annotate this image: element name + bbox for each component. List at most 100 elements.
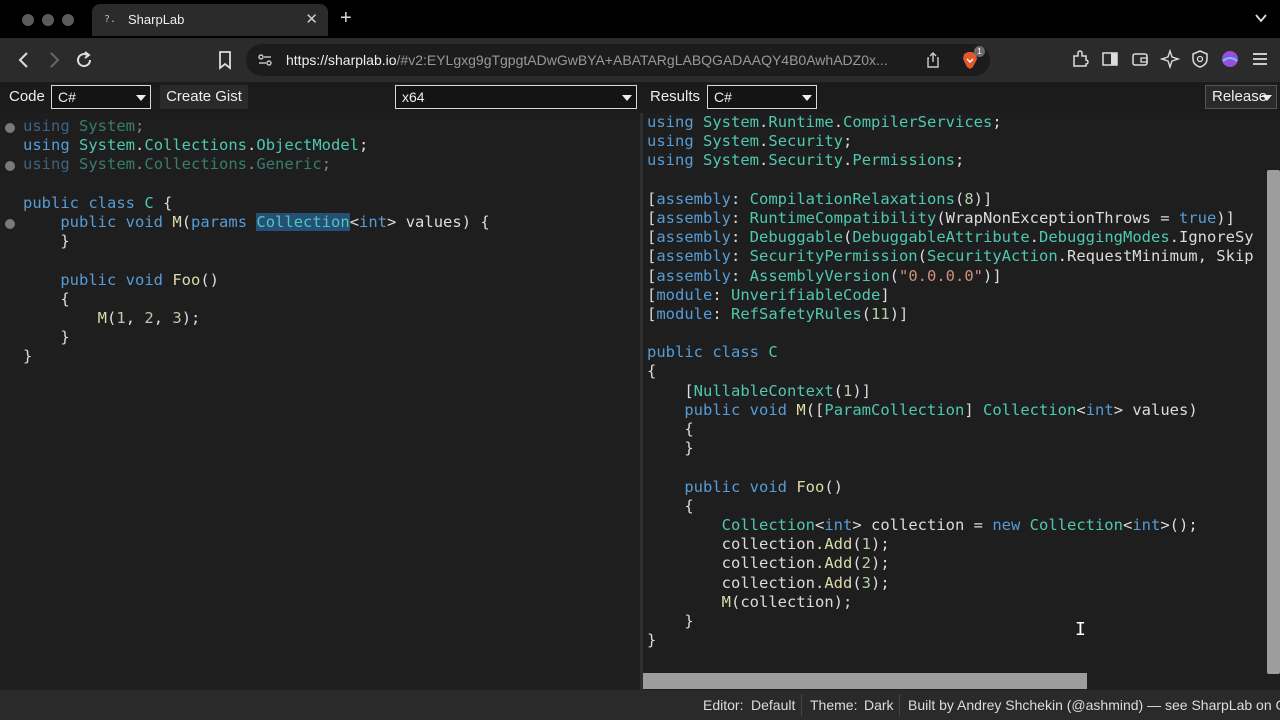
code-line[interactable]: collection.Add(1); — [647, 535, 1254, 554]
code-line[interactable]: [module: UnverifiableCode] — [647, 286, 1254, 305]
code-line[interactable]: [assembly: AssemblyVersion("0.0.0.0")] — [647, 267, 1254, 286]
url-text[interactable]: https://sharplab.io/#v2:EYLgxg9gTgpgtADw… — [286, 52, 906, 68]
code-line[interactable]: using System.Collections.Generic; — [23, 155, 490, 174]
maximize-window-button[interactable] — [62, 14, 74, 26]
code-label: Code — [9, 88, 45, 105]
code-line[interactable]: using System.Security.Permissions; — [647, 151, 1254, 170]
code-language-select[interactable]: C# — [51, 85, 151, 109]
code-line[interactable]: [assembly: Debuggable(DebuggableAttribut… — [647, 228, 1254, 247]
code-line[interactable]: M(collection); — [647, 593, 1254, 612]
leo-ai-icon[interactable] — [1160, 49, 1180, 69]
results-view[interactable]: using System.Runtime.CompilerServices; us… — [643, 113, 1280, 690]
editor-mode-button[interactable]: Default — [751, 697, 795, 713]
code-line[interactable]: } — [647, 631, 1254, 650]
code-language-value: C# — [58, 89, 76, 105]
code-line[interactable]: [NullableContext(1)] — [647, 382, 1254, 401]
code-line[interactable]: using System.Runtime.CompilerServices; — [647, 113, 1254, 132]
results-horizontal-scrollbar[interactable] — [643, 673, 1087, 689]
hint-marker-icon[interactable] — [5, 219, 15, 229]
tab-title: SharpLab — [128, 12, 185, 27]
code-line[interactable]: } — [23, 347, 490, 366]
create-gist-button[interactable]: Create Gist — [160, 85, 248, 109]
minimize-window-button[interactable] — [42, 14, 54, 26]
close-tab-icon[interactable]: ✕ — [305, 10, 318, 28]
code-line[interactable]: [assembly: RuntimeCompatibility(WrapNonE… — [647, 209, 1254, 228]
build-mode-select[interactable]: Release — [1205, 85, 1277, 109]
code-line[interactable]: M(1, 2, 3); — [23, 309, 490, 328]
wallet-icon[interactable] — [1130, 49, 1150, 69]
chevron-down-icon — [1262, 95, 1272, 101]
site-settings-icon[interactable] — [256, 51, 274, 69]
vpn-icon[interactable] — [1190, 49, 1210, 69]
code-line[interactable]: public void M(params Collection<int> val… — [23, 212, 490, 232]
code-line[interactable]: [module: RefSafetyRules(11)] — [647, 305, 1254, 324]
code-line[interactable]: ​ — [23, 251, 490, 270]
code-line[interactable]: { — [647, 497, 1254, 516]
back-icon[interactable] — [12, 48, 36, 72]
new-tab-icon[interactable]: + — [340, 8, 352, 28]
code-line[interactable]: [assembly: CompilationRelaxations(8)] — [647, 190, 1254, 209]
extensions-icon[interactable] — [1070, 49, 1090, 69]
code-line[interactable]: using System.Security; — [647, 132, 1254, 151]
url-host: https://sharplab.io — [286, 52, 397, 68]
chevron-down-icon — [136, 95, 146, 101]
code-editor[interactable]: using System; using System.Collections.Ob… — [0, 113, 640, 690]
results-label: Results — [650, 88, 701, 105]
code-line[interactable]: ​ — [23, 175, 490, 194]
results-vertical-scrollbar[interactable] — [1267, 170, 1280, 674]
reload-icon[interactable] — [72, 48, 96, 72]
editor-label: Editor: — [703, 697, 744, 713]
sharplab-favicon-icon: ?. — [104, 14, 117, 25]
code-line[interactable]: collection.Add(2); — [647, 554, 1254, 573]
code-line[interactable]: ​ — [647, 324, 1254, 343]
built-by-link[interactable]: Built by Andrey Shchekin (@ashmind) — se… — [908, 697, 1280, 713]
chevron-down-icon[interactable] — [1254, 11, 1268, 25]
shields-count-badge: 1 — [974, 46, 985, 57]
browser-tab-sharplab[interactable]: ?. SharpLab ✕ — [92, 4, 328, 36]
code-line[interactable]: } — [23, 232, 490, 251]
footer-divider — [801, 694, 802, 716]
code-line[interactable]: { — [647, 420, 1254, 439]
code-line[interactable]: using System; — [23, 117, 490, 136]
code-line[interactable]: public class C — [647, 343, 1254, 362]
code-line[interactable]: Collection<int> collection = new Collect… — [647, 516, 1254, 535]
decompiled-code[interactable]: using System.Runtime.CompilerServices; us… — [647, 113, 1254, 650]
menu-icon[interactable] — [1250, 49, 1270, 69]
code-line[interactable]: } — [647, 439, 1254, 458]
hint-marker-icon[interactable] — [5, 123, 15, 133]
results-language-select[interactable]: C# — [707, 85, 817, 109]
forward-icon[interactable] — [42, 48, 66, 72]
sidebar-icon[interactable] — [1100, 49, 1120, 69]
platform-select[interactable]: x64 — [395, 85, 637, 109]
theme-button[interactable]: Dark — [864, 697, 894, 713]
code-line[interactable]: public void M([ParamCollection] Collecti… — [647, 401, 1254, 420]
footer-divider — [899, 694, 900, 716]
selected-text: Collection — [256, 212, 350, 231]
code-line[interactable]: using System.Collections.ObjectModel; — [23, 136, 490, 155]
code-line[interactable]: } — [647, 612, 1254, 631]
hint-marker-icon[interactable] — [5, 161, 15, 171]
code-line[interactable]: { — [647, 362, 1254, 381]
share-icon[interactable] — [924, 51, 942, 69]
code-line[interactable]: [assembly: SecurityPermission(SecurityAc… — [647, 247, 1254, 266]
source-code[interactable]: using System; using System.Collections.Ob… — [23, 117, 490, 366]
platform-value: x64 — [402, 89, 425, 105]
code-line[interactable]: ​ — [647, 458, 1254, 477]
bookmark-icon[interactable] — [213, 48, 237, 72]
code-line[interactable]: public class C { — [23, 194, 490, 213]
code-line[interactable]: } — [23, 328, 490, 347]
code-line[interactable]: public void Foo() — [23, 271, 490, 290]
url-path: /#v2:EYLgxg9gTgpgtADwGwBYA+ABATARgLABQGA… — [396, 52, 888, 68]
code-line[interactable]: { — [23, 290, 490, 309]
text-cursor-icon: I — [1075, 619, 1086, 640]
address-bar[interactable]: https://sharplab.io/#v2:EYLgxg9gTgpgtADw… — [246, 44, 990, 76]
close-window-button[interactable] — [22, 14, 34, 26]
code-line[interactable]: public void Foo() — [647, 478, 1254, 497]
code-line[interactable]: collection.Add(3); — [647, 574, 1254, 593]
sharplab-header: Code C# Create Gist x64 Results C# Relea… — [0, 82, 1280, 113]
theme-label: Theme: — [810, 697, 858, 713]
results-language-value: C# — [714, 89, 732, 105]
profile-icon[interactable] — [1220, 49, 1240, 69]
sharplab-footer: Editor: Default Theme: Dark Built by And… — [0, 690, 1280, 720]
code-line[interactable]: ​ — [647, 171, 1254, 190]
